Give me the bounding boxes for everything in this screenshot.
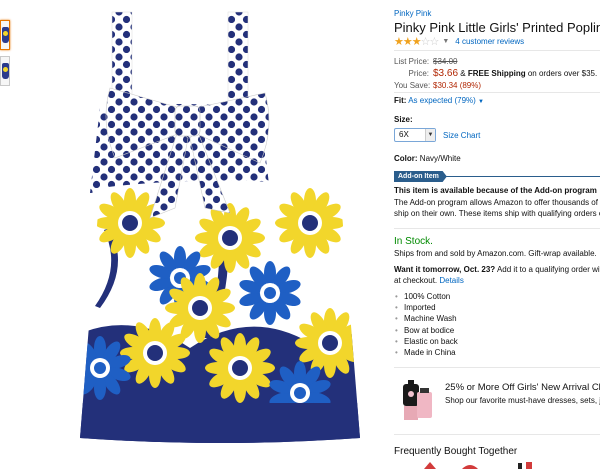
- brand-link[interactable]: Pinky Pink: [394, 9, 431, 18]
- you-save-label: You Save:: [394, 81, 431, 90]
- feature-bullets: 100% Cotton Imported Machine Wash Bow at…: [394, 291, 458, 358]
- addon-line-1: The Add-on program allows Amazon to offe…: [394, 198, 600, 207]
- feature-item: Elastic on back: [394, 336, 458, 347]
- shipped-by: Ships from and sold by Amazon.com. Gift-…: [394, 249, 597, 258]
- frequently-bought-together-heading: Frequently Bought Together: [394, 446, 518, 457]
- stock-status: In Stock.: [394, 236, 433, 247]
- fit-value-link[interactable]: As expected (79%): [408, 96, 476, 105]
- list-price-label: List Price:: [394, 57, 430, 66]
- chevron-down-icon[interactable]: ▼: [442, 38, 449, 45]
- thumbnail-1[interactable]: [0, 20, 10, 50]
- delivery-text-2: at checkout.: [394, 276, 440, 285]
- promo-text: Shop our favorite must-have dresses, set…: [445, 396, 600, 405]
- delivery-date: Want it tomorrow, Oct. 23?: [394, 265, 496, 274]
- addon-divider: [440, 176, 600, 177]
- shipping-suffix: on orders over $35.: [525, 69, 598, 78]
- size-select[interactable]: 6X ▼: [394, 128, 436, 142]
- addon-description: The Add-on program allows Amazon to offe…: [394, 197, 600, 219]
- feature-item: Imported: [394, 302, 458, 313]
- feature-item: 100% Cotton: [394, 291, 458, 302]
- you-save-value: $30.34 (89%): [433, 81, 482, 90]
- thumbnail-strip: [0, 20, 10, 92]
- star-empty-icon: ☆☆: [420, 36, 440, 48]
- product-image: [80, 11, 360, 443]
- star-rating[interactable]: ★★★☆☆: [394, 35, 440, 48]
- size-selected-value: 6X: [399, 130, 409, 139]
- thumbnail-2[interactable]: [0, 56, 10, 86]
- feature-item: Machine Wash: [394, 313, 458, 324]
- divider: [394, 367, 600, 368]
- size-chart-link[interactable]: Size Chart: [443, 131, 480, 140]
- delivery-message: Want it tomorrow, Oct. 23? Add it to a q…: [394, 264, 600, 286]
- fit-row: Fit: As expected (79%) ▼: [394, 96, 484, 105]
- chevron-down-icon: ▼: [425, 129, 435, 141]
- feature-item: Bow at bodice: [394, 325, 458, 336]
- divider: [394, 50, 600, 51]
- color-value: Navy/White: [419, 154, 461, 163]
- addon-heading: This item is available because of the Ad…: [394, 186, 597, 195]
- divider: [394, 92, 600, 93]
- divider: [394, 228, 600, 229]
- star-icon: ★★★: [394, 36, 422, 48]
- price-label: Price:: [408, 69, 429, 78]
- addon-line-2: ship on their own. These items ship with…: [394, 209, 600, 218]
- customer-reviews-link[interactable]: 4 customer reviews: [455, 37, 524, 46]
- chevron-down-icon[interactable]: ▼: [478, 99, 484, 105]
- delivery-text: Add it to a qualifying order withi: [495, 265, 600, 274]
- size-label: Size:: [394, 115, 413, 124]
- rating-row: ★★★☆☆ ▼ 4 customer reviews: [394, 35, 524, 48]
- promo-image: [403, 380, 432, 420]
- color-row: Color: Navy/White: [394, 154, 461, 163]
- price-block: List Price: $34.00 Price: $3.66 & FREE Shi…: [394, 56, 600, 92]
- color-label: Color:: [394, 154, 418, 163]
- product-title: Pinky Pink Little Girls' Printed Poplin …: [394, 20, 600, 35]
- feature-item: Made in China: [394, 347, 458, 358]
- free-shipping: FREE Shipping: [467, 69, 526, 78]
- delivery-details-link[interactable]: Details: [439, 276, 463, 285]
- divider: [394, 434, 600, 435]
- fit-label: Fit:: [394, 96, 407, 105]
- promo-title[interactable]: 25% or More Off Girls' New Arrival Cl: [445, 382, 600, 393]
- price-value: $3.66: [433, 68, 459, 79]
- fbt-product-image[interactable]: [422, 460, 562, 469]
- addon-badge: Add-on Item: [394, 171, 447, 182]
- list-price-value: $34.00: [433, 57, 458, 66]
- promo-banner[interactable]: 25% or More Off Girls' New Arrival Cl Sh…: [394, 376, 600, 426]
- shipping-prefix: &: [460, 69, 468, 78]
